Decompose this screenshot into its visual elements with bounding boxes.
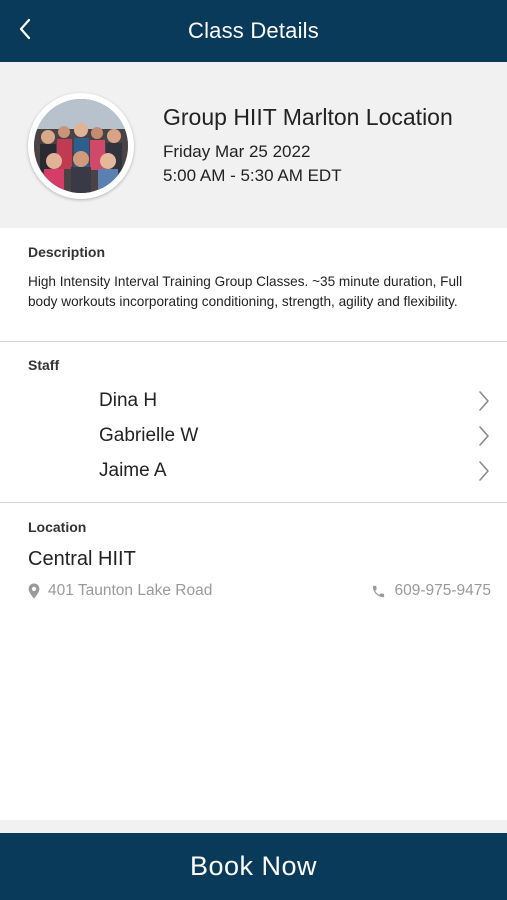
book-now-button[interactable]: Book Now — [0, 833, 507, 900]
divider — [0, 502, 507, 503]
chevron-right-icon — [479, 461, 489, 481]
map-pin-icon — [28, 583, 40, 599]
location-label: Location — [28, 519, 87, 535]
staff-row[interactable]: Dina H — [0, 384, 507, 419]
location-name: Central HIIT — [28, 548, 136, 570]
class-avatar — [28, 93, 134, 199]
class-summary: Group HIIT Marlton Location Friday Mar 2… — [0, 62, 507, 228]
staff-name: Gabrielle W — [99, 425, 199, 446]
footer-spacer — [0, 820, 507, 833]
page-title: Class Details — [188, 18, 319, 43]
chevron-right-icon — [479, 426, 489, 446]
divider — [0, 341, 507, 342]
staff-name: Dina H — [99, 390, 158, 411]
chevron-right-icon — [479, 391, 489, 411]
staff-row[interactable]: Jaime A — [0, 454, 507, 489]
description-label: Description — [28, 244, 106, 260]
staff-label: Staff — [28, 357, 60, 373]
phone-text: 609-975-9475 — [394, 582, 491, 599]
location-address[interactable]: 401 Taunton Lake Road — [28, 582, 212, 600]
class-name: Group HIIT Marlton Location — [163, 104, 453, 130]
phone-icon — [371, 584, 386, 599]
class-date: Friday Mar 25 2022 — [163, 142, 311, 161]
staff-name: Jaime A — [99, 460, 167, 481]
class-time: 5:00 AM - 5:30 AM EDT — [163, 166, 342, 185]
staff-row[interactable]: Gabrielle W — [0, 419, 507, 454]
location-phone[interactable]: 609-975-9475 — [371, 582, 491, 600]
address-text: 401 Taunton Lake Road — [48, 582, 213, 599]
class-photo — [34, 99, 128, 193]
chevron-left-icon — [19, 18, 31, 40]
description-text: High Intensity Interval Training Group C… — [28, 274, 463, 309]
app-header: Class Details — [0, 0, 507, 62]
back-button[interactable] — [10, 12, 40, 46]
